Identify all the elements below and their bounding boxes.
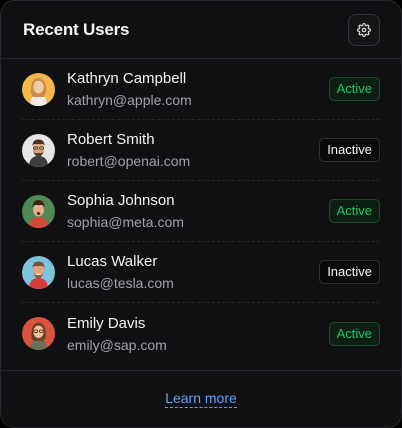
status-badge: Active (328, 199, 380, 223)
card-header: Recent Users (1, 1, 401, 59)
user-email: robert@openai.com (67, 153, 191, 169)
recent-users-card: Recent Users Kathryn Campbell kathryn@ap… (0, 0, 402, 428)
status-badge: Inactive (319, 138, 380, 162)
user-email: kathryn@apple.com (67, 92, 192, 108)
user-name: Robert Smith (67, 131, 155, 148)
status-badge: Inactive (319, 260, 380, 284)
list-item[interactable]: Lucas Walker lucas@tesla.com Inactive (22, 242, 380, 303)
avatar (22, 72, 55, 106)
status-badge: Active (328, 321, 380, 346)
avatar (22, 133, 55, 167)
user-email: emily@sap.com (67, 336, 167, 353)
user-name: Lucas Walker (67, 253, 158, 270)
user-email: sophia@meta.com (67, 214, 184, 230)
gear-icon (357, 22, 371, 37)
list-item[interactable]: Emily Davis emily@sap.com Active (22, 303, 380, 364)
card-title: Recent Users (23, 19, 130, 39)
status-badge: Active (328, 77, 380, 101)
user-list: Kathryn Campbell kathryn@apple.com Activ… (1, 59, 401, 364)
settings-button[interactable] (348, 13, 380, 46)
avatar (22, 194, 55, 228)
list-item[interactable]: Robert Smith robert@openai.com Inactive (22, 120, 380, 181)
user-name: Kathryn Campbell (67, 70, 187, 87)
learn-more-link[interactable]: Learn more (165, 390, 237, 408)
user-email: lucas@tesla.com (67, 275, 174, 291)
avatar (22, 255, 55, 289)
list-item[interactable]: Kathryn Campbell kathryn@apple.com Activ… (22, 59, 380, 120)
avatar (22, 317, 55, 350)
card-footer: Learn more (1, 370, 401, 427)
user-name: Emily Davis (67, 314, 146, 332)
user-name: Sophia Johnson (67, 192, 175, 209)
list-item[interactable]: Sophia Johnson sophia@meta.com Active (22, 181, 380, 242)
